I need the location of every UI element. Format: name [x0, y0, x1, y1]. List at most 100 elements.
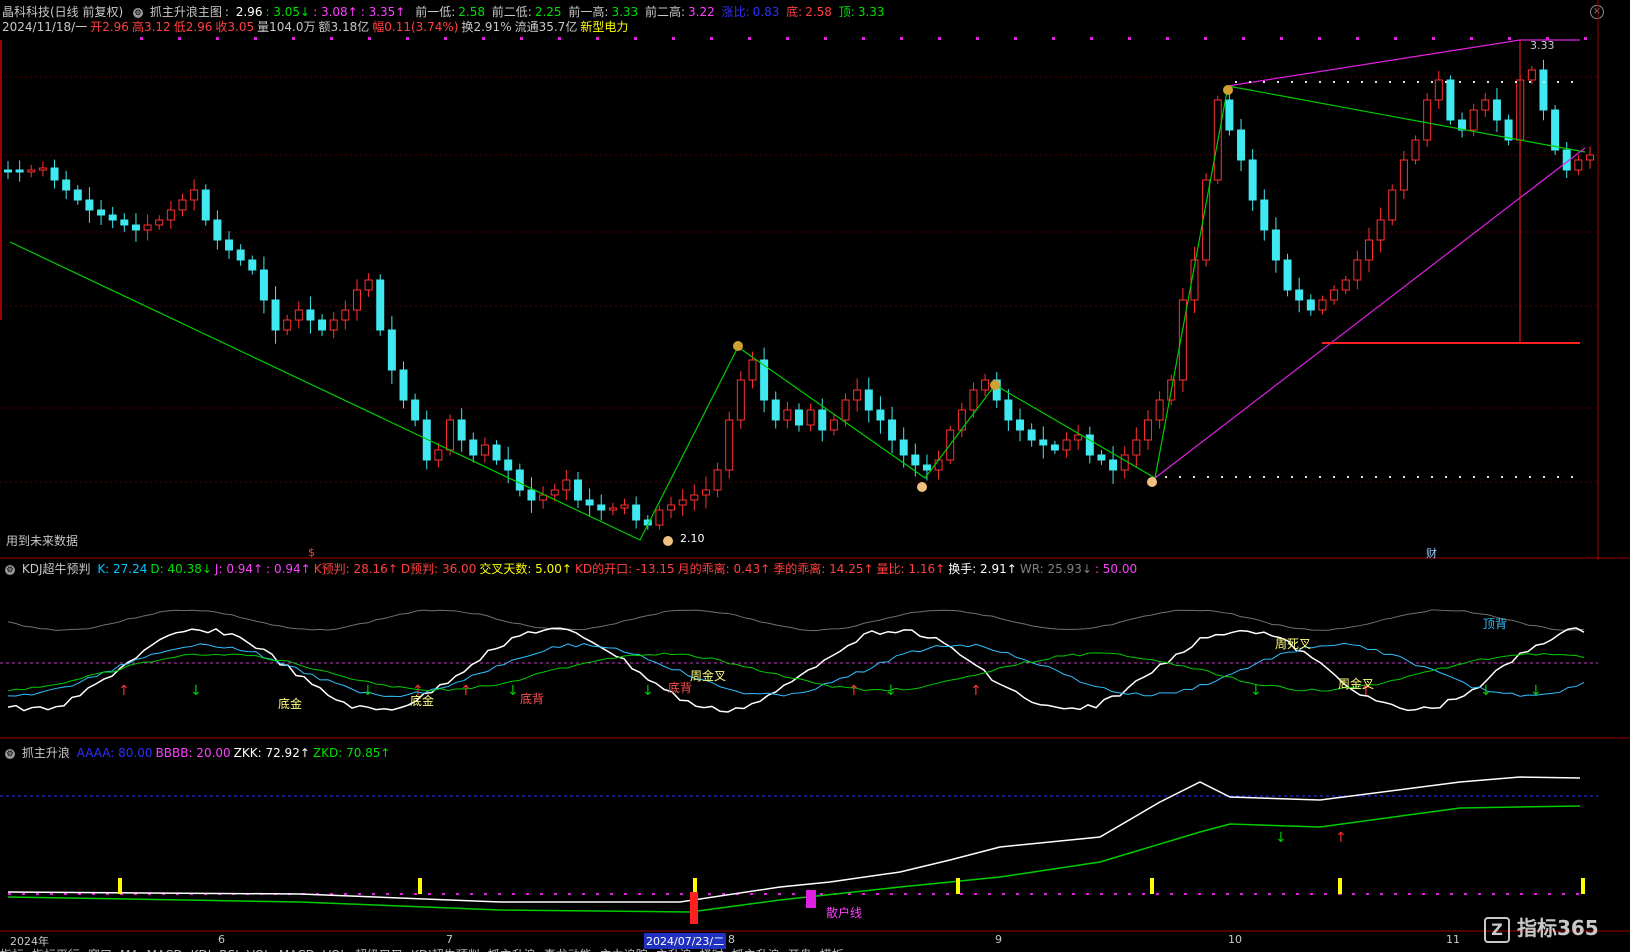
candle-body: [15, 169, 24, 173]
candle-body: [1364, 239, 1373, 261]
bbbb-dot: [1352, 893, 1355, 895]
top-dot-marker: [786, 37, 789, 40]
dotted-level: [1473, 476, 1475, 478]
bottom-tab[interactable]: 抓主升浪: [732, 948, 780, 952]
candle-body: [701, 489, 710, 496]
bottom-tab[interactable]: 指标平行: [32, 948, 80, 952]
candle-body: [213, 219, 222, 241]
candle-body: [1399, 159, 1408, 191]
date-label: 9: [995, 933, 1002, 946]
candle-body: [376, 279, 385, 331]
bbbb-dot: [680, 893, 683, 895]
bottom-tab[interactable]: VOL: [323, 948, 347, 952]
kdj-chart[interactable]: ↑ ↓ ↓ ↑ ↑ ↓ ↓ ↑ ↓ ↑ ↓ ↑ ↓ ↓底金 底金 底背底背周金叉周死叉周金叉顶背: [0, 560, 1630, 740]
candle-body: [457, 419, 466, 441]
bottom-tab[interactable]: 真龙动能: [544, 948, 592, 952]
bottom-tab[interactable]: KDJ: [191, 948, 212, 952]
bbbb-dot: [988, 893, 991, 895]
candle-body: [329, 319, 338, 331]
candle-body: [120, 219, 129, 226]
bottom-tab[interactable]: 指标: [0, 948, 24, 952]
dotted-level: [1277, 476, 1279, 478]
bbbb-dot: [1268, 893, 1271, 895]
dotted-level: [1179, 476, 1181, 478]
candle-body: [73, 189, 82, 201]
candle-body: [771, 399, 780, 421]
bottom-tab[interactable]: MACD: [147, 948, 183, 952]
dotted-level: [1529, 81, 1531, 83]
magenta-signal-bar: [806, 890, 816, 908]
date-label: 11: [1446, 933, 1460, 946]
bottom-tab[interactable]: MA: [120, 948, 139, 952]
candle-body: [690, 494, 699, 501]
yellow-bar: [956, 878, 960, 894]
bottom-tab[interactable]: 抓主升浪: [488, 948, 536, 952]
candle-body: [4, 169, 12, 173]
dotted-level: [1501, 81, 1503, 83]
dotted-level: [1361, 476, 1363, 478]
bottom-tab[interactable]: 主力追踪: [600, 948, 648, 952]
bbbb-dot: [960, 893, 963, 895]
candle-body: [411, 399, 420, 421]
bottom-tab[interactable]: 模板: [820, 948, 844, 952]
candle-body: [585, 499, 594, 506]
bottom-tab[interactable]: 开盘: [788, 948, 812, 952]
candle-body: [85, 199, 94, 211]
candle-body: [38, 167, 47, 171]
bottom-tab[interactable]: 超级叉叉: [355, 948, 403, 952]
bbbb-dot: [1534, 893, 1537, 895]
dotted-level: [1249, 476, 1251, 478]
zhuzhu-chart[interactable]: ↓ ↑: [0, 742, 1630, 932]
bbbb-dot: [666, 893, 669, 895]
kdj-annotation: 底背: [520, 691, 544, 706]
kdj-annotation: 周金叉: [690, 668, 726, 683]
bbbb-dot: [596, 893, 599, 895]
bbbb-dot: [904, 893, 907, 895]
bbbb-dot: [1548, 893, 1551, 895]
signal-arrow: ↑: [1335, 830, 1347, 846]
bottom-tab[interactable]: 窗口: [88, 948, 112, 952]
bbbb-dot: [1492, 893, 1495, 895]
top-dot-marker: [672, 37, 675, 40]
candle-body: [620, 504, 629, 509]
bbbb-dot: [358, 893, 361, 895]
bbbb-dot: [1058, 893, 1061, 895]
kdj-annotation: 底金: [278, 696, 302, 711]
candlestick-chart[interactable]: [0, 0, 1630, 560]
candle-body: [271, 299, 280, 331]
candle-body: [550, 489, 559, 496]
candle-body: [981, 379, 990, 391]
signal-arrow: ↓: [885, 683, 897, 699]
yellow-bar: [1581, 878, 1585, 894]
bbbb-dot: [50, 893, 53, 895]
top-dot-marker: [140, 37, 143, 40]
peak-marker: [1223, 85, 1233, 95]
bottom-tab[interactable]: MACD: [279, 948, 315, 952]
top-dot-marker: [634, 37, 637, 40]
candle-body: [1225, 99, 1234, 131]
candle-body: [1074, 434, 1083, 441]
candle-body: [527, 489, 536, 501]
bottom-tab[interactable]: VOL: [247, 948, 271, 952]
top-dot-marker: [216, 37, 219, 40]
dotted-level: [1375, 476, 1377, 478]
candle-body: [829, 419, 838, 431]
bottom-tab[interactable]: KDJ超牛预判: [411, 948, 480, 952]
bottom-tab[interactable]: 择时: [700, 948, 724, 952]
bottom-tab[interactable]: 主升浪: [656, 948, 692, 952]
candle-body: [318, 319, 327, 331]
top-dot-marker: [1280, 37, 1283, 40]
bbbb-dot: [792, 893, 795, 895]
dotted-level: [1459, 476, 1461, 478]
dotted-level: [1571, 81, 1573, 83]
candle-body: [1155, 399, 1164, 421]
top-dot-marker: [596, 37, 599, 40]
bbbb-dot: [750, 893, 753, 895]
bottom-tab[interactable]: RSI: [219, 948, 239, 952]
candle-body: [713, 469, 722, 491]
candle-body: [1539, 69, 1548, 111]
bbbb-dot: [36, 893, 39, 895]
date-label: 8: [728, 933, 735, 946]
bbbb-dot: [400, 893, 403, 895]
bbbb-dot: [526, 893, 529, 895]
